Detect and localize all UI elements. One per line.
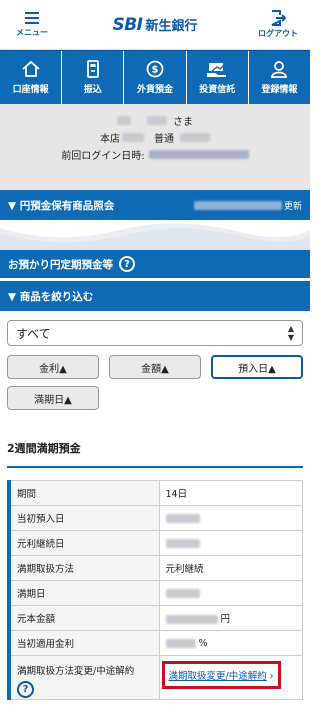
user-info: さま 本店 普通 前回ログイン日時: [0, 104, 310, 190]
unit-percent: % [198, 637, 208, 649]
redacted-text [165, 615, 218, 624]
transfer-icon [86, 60, 99, 78]
product-filter-select[interactable]: すべて ▲ ▼ [7, 320, 303, 346]
redacted-text [165, 538, 200, 548]
chevron-right-icon: › [269, 671, 274, 682]
redacted-text [165, 588, 200, 598]
row-key: 元本金額 [7, 605, 160, 631]
select-value: すべて [16, 326, 51, 341]
dollar-coin-icon: $ [146, 60, 164, 78]
logout-button[interactable]: ログアウト [252, 10, 304, 39]
nav-account-info[interactable]: 口座情報 [0, 51, 63, 104]
row-value: 元利継続 [158, 555, 303, 581]
yen-deposit-title: ▼ 円預金保有商品照会 [8, 199, 115, 212]
help-icon[interactable]: ? [17, 681, 34, 698]
logo-text: 新生銀行 [145, 19, 198, 34]
account-row: 本店 普通 [10, 129, 300, 146]
redacted-text [193, 200, 282, 210]
filter-header[interactable]: ▼ 商品を絞り込む [0, 281, 310, 311]
home-icon [22, 60, 40, 77]
deposit-subheader: お預かり円定期預金等 ? [0, 250, 310, 278]
row-key: 当初適用金利 [7, 630, 160, 656]
redacted-text [165, 513, 200, 523]
bank-logo: SBI 新生銀行 [112, 15, 197, 35]
unit-yen: 円 [220, 614, 231, 625]
honorific: さま [173, 117, 193, 128]
table-row: 元利継続日 [7, 530, 303, 556]
row-value: 満期取扱変更/中途解約 › [158, 655, 303, 700]
redacted-text [165, 638, 196, 648]
change-label: 満期取扱方法変更/中途解約 [17, 666, 135, 677]
last-login-label: 前回ログイン日時: [61, 151, 145, 162]
sort-deposit-date-button[interactable]: 預入日▲ [211, 355, 303, 379]
main-nav: 口座情報 振込 $ 外貨預金 投資信託 登録情報 [0, 50, 310, 104]
nav-transfer[interactable]: 振込 [62, 51, 125, 104]
redacted-text [148, 150, 249, 159]
row-value: 円 [158, 605, 303, 631]
table-row: 当初預入日 [7, 505, 303, 531]
row-value: 14日 [158, 480, 303, 506]
wave-divider [0, 220, 310, 250]
table-row: 満期取扱方法 元利継続 [7, 555, 303, 581]
redacted-text [147, 116, 167, 125]
table-row: 元本金額 円 [7, 605, 303, 631]
nav-registration-info[interactable]: 登録情報 [249, 51, 310, 104]
product-detail-table: 期間 14日 当初預入日 元利継続日 満期取扱方法 元利継続 満期日 元本金額 … [7, 480, 303, 700]
change-cancel-link[interactable]: 満期取扱変更/中途解約 [169, 671, 267, 682]
investment-icon [207, 63, 227, 77]
highlight-box: 満期取扱変更/中途解約 › [161, 661, 281, 689]
table-row: 満期取扱方法変更/中途解約 ? 満期取扱変更/中途解約 › [7, 655, 303, 700]
select-arrows-icon: ▲ ▼ [287, 324, 294, 342]
product-title: 2週間満期預金 [7, 440, 303, 468]
row-key: 期間 [7, 480, 160, 506]
account-type: 普通 [154, 134, 174, 145]
menu-button[interactable]: メニュー [6, 11, 58, 38]
row-value [158, 505, 303, 531]
nav-foreign-deposit[interactable]: $ 外貨預金 [124, 51, 187, 104]
table-row: 期間 14日 [7, 480, 303, 506]
yen-deposit-header[interactable]: ▼ 円預金保有商品照会 更新 [0, 190, 310, 220]
nav-label: 登録情報 [261, 85, 298, 95]
nav-label: 外貨預金 [137, 85, 174, 95]
updated-suffix: 更新 [283, 201, 302, 212]
redacted-text [122, 133, 144, 142]
table-row: 満期日 [7, 580, 303, 606]
logo-mark: SBI [112, 14, 143, 35]
nav-label: 投資信託 [199, 85, 236, 95]
row-value [158, 530, 303, 556]
sort-amount-button[interactable]: 金額▲ [109, 355, 201, 379]
row-value [158, 580, 303, 606]
deposit-title: お預かり円定期預金等 [8, 258, 113, 271]
sort-buttons-row2: 満期日▲ [7, 386, 303, 410]
nav-label: 口座情報 [12, 85, 49, 95]
help-icon[interactable]: ? [119, 256, 135, 272]
filter-title: ▼ 商品を絞り込む [8, 290, 94, 303]
table-row: 当初適用金利 % [7, 630, 303, 656]
row-key: 元利継続日 [7, 530, 160, 556]
logout-icon [271, 10, 286, 26]
nav-investment-trust[interactable]: 投資信託 [187, 51, 249, 104]
redacted-text [180, 133, 210, 142]
menu-label: メニュー [16, 28, 48, 37]
sort-buttons: 金利▲ 金額▲ 預入日▲ [7, 355, 303, 379]
branch-label: 本店 [100, 134, 120, 145]
wave-graphic [0, 223, 310, 250]
user-name-row: さま [10, 112, 300, 129]
row-key: 満期日 [7, 580, 160, 606]
logout-label: ログアウト [257, 29, 298, 38]
update-timestamp: 更新 [193, 199, 302, 212]
sort-maturity-date-button[interactable]: 満期日▲ [7, 386, 99, 410]
svg-text:$: $ [152, 65, 159, 76]
redacted-text [117, 116, 131, 125]
last-login-row: 前回ログイン日時: [10, 146, 300, 163]
hamburger-icon [25, 12, 39, 24]
row-key: 満期取扱方法 [7, 555, 160, 581]
row-value: % [158, 630, 303, 656]
row-key: 満期取扱方法変更/中途解約 ? [7, 655, 160, 700]
app-header: メニュー SBI 新生銀行 ログアウト [0, 0, 310, 50]
nav-label: 振込 [83, 85, 102, 95]
row-key: 当初預入日 [7, 505, 160, 531]
sort-rate-button[interactable]: 金利▲ [7, 355, 99, 379]
person-icon [271, 61, 288, 78]
